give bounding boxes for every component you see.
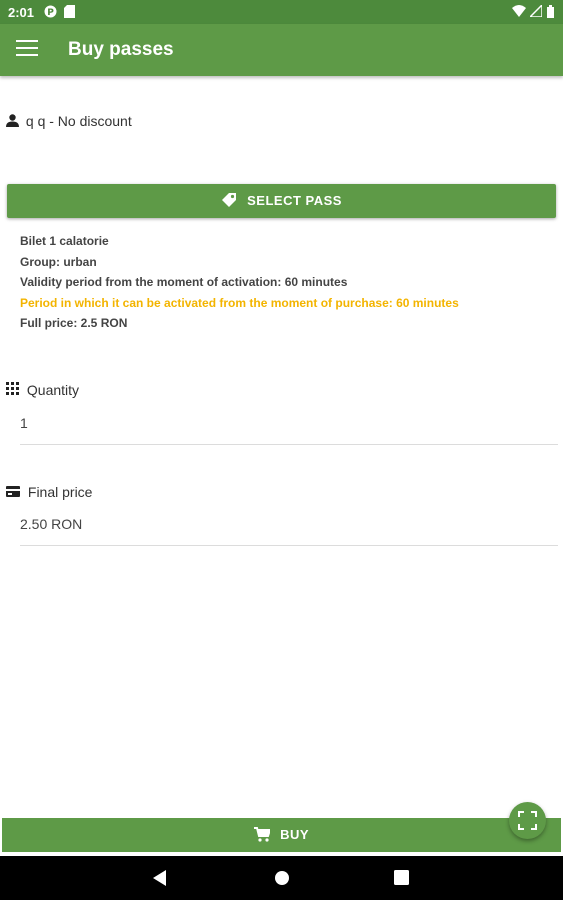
buy-label: BUY: [280, 827, 310, 842]
sd-card-icon: [64, 5, 75, 21]
cart-icon: [253, 827, 272, 842]
final-price-underline: [20, 545, 558, 546]
grid-icon: [6, 382, 19, 395]
back-icon[interactable]: [152, 870, 168, 886]
signal-icon: [528, 3, 543, 20]
notification-p-icon: P: [44, 5, 57, 21]
status-time: 2:01: [8, 5, 35, 20]
menu-icon[interactable]: [16, 40, 38, 60]
svg-text:P: P: [47, 8, 54, 18]
quantity-label: Quantity: [26, 382, 80, 398]
final-price-label: Final price: [27, 484, 93, 500]
status-bar: 2:01 P: [0, 0, 563, 24]
fullscreen-icon: [518, 811, 537, 830]
battery-icon: [547, 5, 554, 21]
pass-activation-period: Period in which it can be activated from…: [20, 295, 459, 310]
pass-name: Bilet 1 calatorie: [20, 234, 109, 248]
system-nav-bar: [0, 856, 563, 900]
final-price-label-row: Final price: [6, 484, 92, 500]
buy-button[interactable]: BUY: [2, 818, 561, 852]
fullscreen-button[interactable]: [509, 802, 546, 839]
pass-validity: Validity period from the moment of activ…: [20, 275, 348, 289]
pass-group: Group: urban: [20, 254, 97, 269]
wifi-icon: [512, 5, 526, 20]
credit-card-icon: [6, 486, 20, 497]
final-price-value: 2.50 RON: [20, 516, 83, 532]
recents-icon[interactable]: [394, 870, 409, 885]
person-icon: [6, 114, 19, 127]
tag-icon: [222, 193, 237, 207]
home-icon[interactable]: [274, 870, 290, 886]
app-bar: Buy passes: [0, 24, 563, 76]
select-pass-label: SELECT PASS: [247, 193, 342, 208]
quantity-underline: [20, 444, 558, 445]
quantity-label-row: Quantity: [6, 382, 79, 398]
quantity-input[interactable]: 1: [20, 415, 28, 431]
user-label: q q - No discount: [25, 113, 132, 129]
user-info: q q - No discount: [6, 113, 132, 129]
page-title: Buy passes: [68, 39, 174, 60]
pass-full-price: Full price: 2.5 RON: [20, 316, 128, 330]
select-pass-button[interactable]: SELECT PASS: [7, 184, 556, 218]
pass-details: Bilet 1 calatorie Group: urban Validity …: [20, 234, 459, 337]
